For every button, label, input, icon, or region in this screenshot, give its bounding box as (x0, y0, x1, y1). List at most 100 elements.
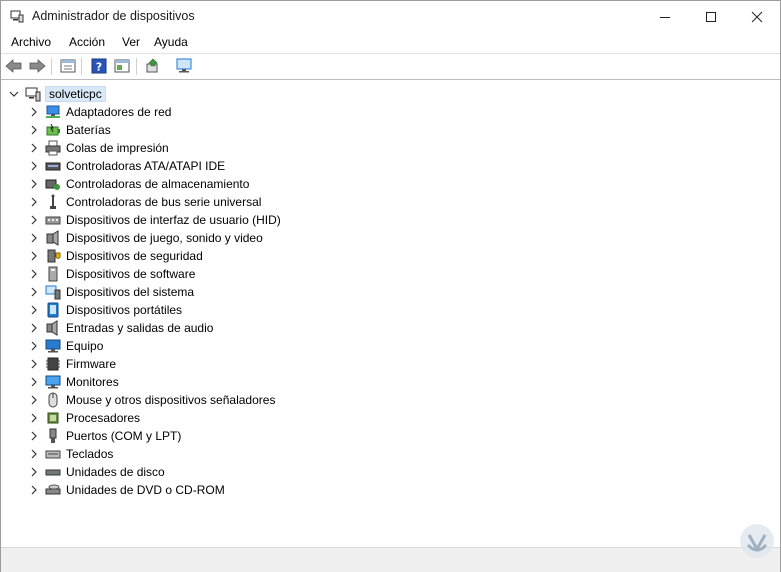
maximize-icon (706, 11, 716, 22)
details-pane-icon (114, 59, 130, 73)
category-label: Dispositivos portátiles (66, 303, 183, 317)
tree-category-item[interactable]: Mouse y otros dispositivos señaladores (3, 391, 403, 409)
tree-category-item[interactable]: Dispositivos portátiles (3, 301, 403, 319)
category-label: Baterías (66, 123, 111, 137)
chevron-down-icon[interactable] (9, 89, 19, 99)
chevron-right-icon[interactable] (29, 251, 39, 261)
computer-icon (45, 339, 61, 353)
properties-button[interactable] (58, 56, 78, 76)
tree-category-item[interactable]: Dispositivos de juego, sonido y video (3, 229, 403, 247)
forward-arrow-icon (29, 59, 46, 73)
category-label: Unidades de DVD o CD-ROM (66, 483, 225, 497)
tree-category-item[interactable]: Monitores (3, 373, 403, 391)
chevron-right-icon[interactable] (29, 287, 39, 297)
chevron-right-icon[interactable] (29, 269, 39, 279)
tree-category-item[interactable]: Dispositivos de software (3, 265, 403, 283)
chevron-right-icon[interactable] (29, 215, 39, 225)
title-bar[interactable]: Administrador de dispositivos (1, 1, 780, 32)
firmware-chip-icon (46, 357, 60, 371)
chevron-right-icon[interactable] (29, 359, 39, 369)
tree-category-item[interactable]: Firmware (3, 355, 403, 373)
category-label: Colas de impresión (66, 141, 169, 155)
tree-category-item[interactable]: Controladoras de almacenamiento (3, 175, 403, 193)
update-driver-button[interactable] (143, 56, 163, 76)
tree-category-item[interactable]: Teclados (3, 445, 403, 463)
root-computer-label[interactable]: solveticpc (45, 86, 106, 102)
maximize-button[interactable] (688, 1, 734, 32)
category-label: Equipo (66, 339, 104, 353)
tree-category-item[interactable]: Dispositivos de interfaz de usuario (HID… (3, 211, 403, 229)
chevron-right-icon[interactable] (29, 233, 39, 243)
tree-category-item[interactable]: Dispositivos del sistema (3, 283, 403, 301)
tree-category-item[interactable]: Puertos (COM y LPT) (3, 427, 403, 445)
printer-icon (45, 140, 61, 156)
category-label: Adaptadores de red (66, 105, 172, 119)
chevron-right-icon[interactable] (29, 323, 39, 333)
network-adapter-icon (46, 105, 60, 118)
chevron-right-icon[interactable] (29, 125, 39, 135)
category-label: Puertos (COM y LPT) (66, 429, 182, 443)
category-label: Dispositivos del sistema (66, 285, 195, 299)
chevron-right-icon[interactable] (29, 449, 39, 459)
chevron-right-icon[interactable] (29, 143, 39, 153)
tree-category-item[interactable]: Controladoras ATA/ATAPI IDE (3, 157, 403, 175)
tree-category-item[interactable]: Procesadores (3, 409, 403, 427)
category-label: Controladoras de bus serie universal (66, 195, 262, 209)
tree-category-item[interactable]: Colas de impresión (3, 139, 403, 157)
tree-category-item[interactable]: Unidades de DVD o CD-ROM (3, 481, 403, 499)
chevron-right-icon[interactable] (29, 161, 39, 171)
category-label: Mouse y otros dispositivos señaladores (66, 393, 276, 407)
status-bar (1, 547, 780, 572)
menu-accion[interactable]: Acción (69, 35, 105, 49)
tree-category-item[interactable]: Equipo (3, 337, 403, 355)
category-label: Dispositivos de seguridad (66, 249, 203, 263)
tree-category-item[interactable]: Unidades de disco (3, 463, 403, 481)
chevron-right-icon[interactable] (29, 413, 39, 423)
toolbar: ? (1, 54, 780, 79)
menu-ayuda[interactable]: Ayuda (154, 35, 188, 49)
chevron-right-icon[interactable] (29, 107, 39, 117)
tree-category-item[interactable]: Baterías (3, 121, 403, 139)
battery-icon (46, 123, 60, 136)
help-icon: ? (91, 58, 107, 74)
chevron-right-icon[interactable] (29, 341, 39, 351)
menu-bar: Archivo Acción Ver Ayuda (1, 32, 780, 53)
chevron-right-icon[interactable] (29, 431, 39, 441)
storage-controller-icon (45, 179, 60, 190)
help-button[interactable]: ? (89, 56, 109, 76)
details-pane-button[interactable] (112, 56, 132, 76)
chevron-right-icon[interactable] (29, 305, 39, 315)
chevron-right-icon[interactable] (29, 377, 39, 387)
toolbar-divider (1, 79, 780, 80)
menu-ver[interactable]: Ver (122, 35, 140, 49)
security-device-icon (47, 249, 61, 263)
category-label: Dispositivos de juego, sonido y video (66, 231, 263, 245)
back-arrow-icon (5, 59, 22, 73)
tree-category-item[interactable]: Controladoras de bus serie universal (3, 193, 403, 211)
chevron-right-icon[interactable] (29, 485, 39, 495)
back-button[interactable] (4, 56, 24, 76)
menu-archivo[interactable]: Archivo (11, 35, 51, 49)
minimize-button[interactable] (642, 1, 688, 32)
tree-category-item[interactable]: Entradas y salidas de audio (3, 319, 403, 337)
computer-icon (25, 87, 41, 102)
category-label: Controladoras de almacenamiento (66, 177, 250, 191)
disk-drive-icon (45, 469, 61, 476)
forward-button[interactable] (27, 56, 47, 76)
chevron-right-icon[interactable] (29, 197, 39, 207)
scan-hardware-button[interactable] (174, 56, 194, 76)
tree-category-item[interactable]: Adaptadores de red (3, 103, 403, 121)
chevron-right-icon[interactable] (29, 179, 39, 189)
category-label: Firmware (66, 357, 116, 371)
close-icon (751, 11, 763, 22)
chevron-right-icon[interactable] (29, 467, 39, 477)
category-label: Monitores (66, 375, 119, 389)
toolbar-separator (51, 58, 52, 75)
tree-category-item[interactable]: Dispositivos de seguridad (3, 247, 403, 265)
chevron-right-icon[interactable] (29, 395, 39, 405)
device-manager-window: Administrador de dispositivos Archivo Ac… (0, 0, 781, 572)
hid-icon (45, 216, 61, 225)
close-button[interactable] (734, 1, 780, 32)
software-device-icon (48, 266, 58, 282)
category-label: Teclados (66, 447, 114, 461)
